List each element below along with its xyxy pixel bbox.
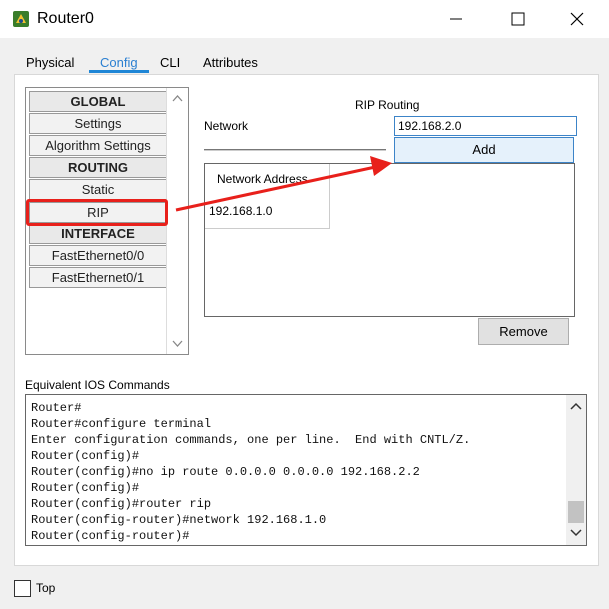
console-line: Router(config)#no ip route 0.0.0.0 0.0.0… [31,465,420,479]
ios-console[interactable]: Router# Router#configure terminal Enter … [25,394,587,546]
ios-commands-label: Equivalent IOS Commands [25,378,170,392]
console-line: Router#configure terminal [31,417,212,431]
chevron-up-icon[interactable] [570,402,582,410]
console-line: Enter configuration commands, one per li… [31,433,471,447]
console-line: Router(config)# [31,449,140,463]
chevron-down-icon[interactable] [570,529,582,537]
console-scrollbar[interactable] [566,395,586,545]
console-line: Router(config)# [31,481,140,495]
top-checkbox[interactable] [14,580,31,597]
console-line: Router(config-router)#network 192.168.1.… [31,513,327,527]
scroll-thumb[interactable] [568,501,584,523]
console-line: Router(config)#router rip [31,497,212,511]
console-line: Router# [31,401,82,415]
console-line: Router(config-router)# [31,529,190,543]
top-label: Top [36,581,56,595]
